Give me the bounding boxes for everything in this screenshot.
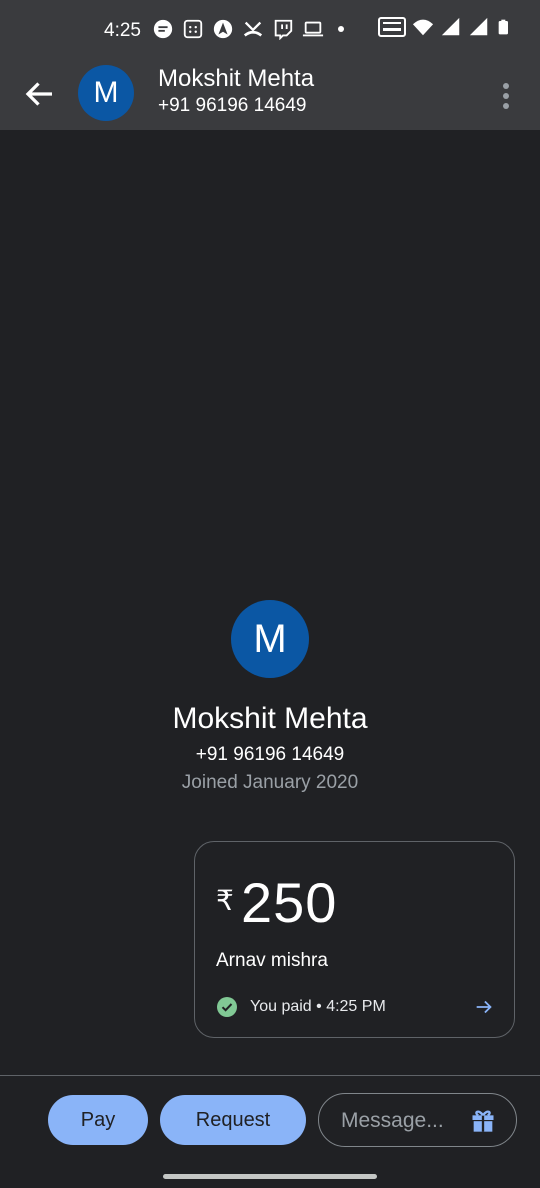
signal-icon (469, 17, 488, 36)
more-options-icon[interactable] (494, 78, 518, 114)
contact-name: Mokshit Mehta (158, 65, 315, 92)
status-bar: 4:25 (0, 0, 540, 62)
payment-amount: 250 (241, 871, 338, 934)
system-icons (378, 16, 512, 38)
divider (0, 1075, 540, 1076)
message-placeholder: Message... (341, 1109, 444, 1132)
profile-joined: Joined January 2020 (181, 772, 359, 793)
check-circle-icon (217, 997, 237, 1017)
app-bar: M Mokshit Mehta +91 96196 14649 (0, 62, 540, 130)
status-time: 4:25 (104, 20, 141, 41)
currency-symbol: ₹ (216, 885, 234, 916)
payment-note: Arnav mishra (216, 950, 328, 971)
avatar[interactable]: M (78, 65, 134, 121)
signal-icon (441, 17, 460, 36)
payment-status: You paid • 4:25 PM (250, 998, 386, 1015)
back-arrow-icon[interactable] (22, 76, 58, 112)
dot-icon (338, 26, 344, 32)
twitch-icon (274, 19, 293, 40)
pay-button[interactable]: Pay (48, 1095, 148, 1145)
profile-avatar: M (231, 600, 309, 678)
battery-icon (498, 19, 508, 35)
message-icon (153, 19, 173, 39)
arrow-right-icon[interactable] (473, 996, 495, 1018)
profile-name: Mokshit Mehta (172, 702, 368, 735)
payment-card[interactable]: ₹ 250 Arnav mishra You paid • 4:25 PM (194, 841, 515, 1038)
vowifi-icon (378, 17, 406, 37)
laptop-icon (302, 21, 324, 37)
request-button[interactable]: Request (160, 1095, 306, 1145)
profile-phone: +91 96196 14649 (195, 744, 345, 765)
wifi-icon (412, 19, 434, 36)
navigation-icon (213, 19, 233, 39)
gesture-nav-handle[interactable] (163, 1174, 377, 1179)
gift-icon[interactable] (469, 1106, 497, 1134)
missed-call-icon (243, 21, 263, 37)
notification-icons (152, 18, 344, 40)
message-input[interactable]: Message... (318, 1093, 517, 1147)
contact-phone: +91 96196 14649 (158, 95, 307, 116)
calendar-icon (183, 19, 203, 39)
